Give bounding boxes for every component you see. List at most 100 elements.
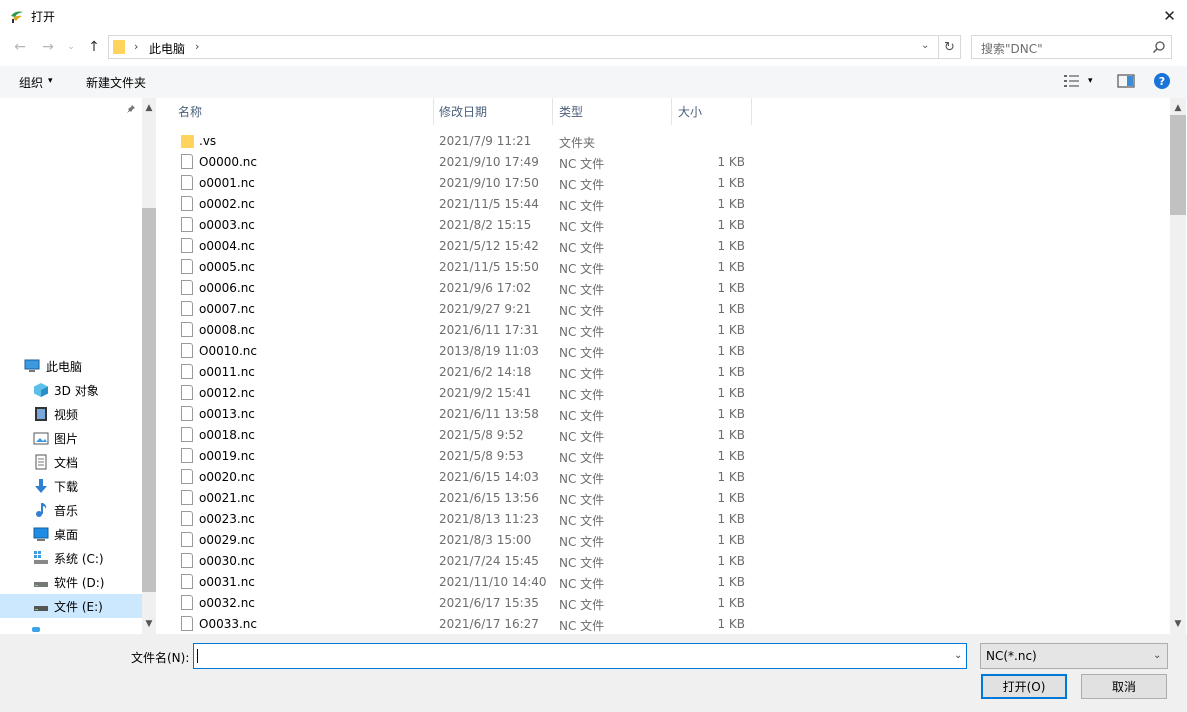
chevron-down-icon[interactable]: ⌄ [954,650,962,661]
file-type: NC 文件 [559,241,605,255]
file-icon [181,427,193,442]
scroll-down-icon[interactable]: ▼ [142,617,156,631]
nav-item-documents[interactable]: 文档 [0,450,142,474]
file-row[interactable]: o0011.nc 2021/6/2 14:18 NC 文件 1 KB [157,362,1170,383]
file-type: NC 文件 [559,178,605,192]
close-button[interactable]: ✕ [1152,0,1187,31]
file-icon [181,343,193,358]
back-button[interactable]: ← [10,37,30,57]
file-row[interactable]: o0019.nc 2021/5/8 9:53 NC 文件 1 KB [157,446,1170,467]
forward-button[interactable]: → [38,37,58,57]
cancel-button[interactable]: 取消 [1081,674,1167,699]
file-date: 2021/6/17 16:27 [439,617,539,631]
file-row[interactable]: o0007.nc 2021/9/27 9:21 NC 文件 1 KB [157,299,1170,320]
nav-item-drive-d[interactable]: 软件 (D:) [0,570,142,594]
column-divider[interactable] [671,98,672,125]
file-row[interactable]: O0000.nc 2021/9/10 17:49 NC 文件 1 KB [157,152,1170,173]
file-icon [181,595,193,610]
file-row[interactable]: o0013.nc 2021/6/11 13:58 NC 文件 1 KB [157,404,1170,425]
file-list-scrollbar-thumb[interactable] [1170,115,1186,215]
file-icon [181,553,193,568]
file-row[interactable]: .vs 2021/7/9 11:21 文件夹 [157,131,1170,152]
file-name: o0004.nc [199,239,255,253]
filetype-select[interactable]: NC(*.nc) ⌄ [980,643,1168,669]
nav-item-downloads[interactable]: 下载 [0,474,142,498]
scroll-up-icon[interactable]: ▲ [142,101,156,115]
file-row[interactable]: O0033.nc 2021/6/17 16:27 NC 文件 1 KB [157,614,1170,634]
scroll-down-icon[interactable]: ▼ [1170,617,1186,631]
file-icon [181,574,193,589]
nav-scrollbar-thumb[interactable] [142,208,156,592]
search-icon[interactable] [1152,40,1166,54]
file-row[interactable]: o0032.nc 2021/6/17 15:35 NC 文件 1 KB [157,593,1170,614]
file-row[interactable]: o0030.nc 2021/7/24 15:45 NC 文件 1 KB [157,551,1170,572]
file-row[interactable]: o0006.nc 2021/9/6 17:02 NC 文件 1 KB [157,278,1170,299]
nav-label: 桌面 [54,528,79,542]
nav-item-drive-c[interactable]: 系统 (C:) [0,546,142,570]
nav-item-this-pc[interactable]: 此电脑 [0,354,142,378]
file-row[interactable]: o0023.nc 2021/8/13 11:23 NC 文件 1 KB [157,509,1170,530]
search-input[interactable]: 搜索"DNC" [971,35,1172,59]
nav-item-music[interactable]: 音乐 [0,498,142,522]
scroll-up-icon[interactable]: ▲ [1170,101,1186,115]
new-folder-button[interactable]: 新建文件夹 [86,74,146,91]
file-row[interactable]: o0031.nc 2021/11/10 14:40 NC 文件 1 KB [157,572,1170,593]
file-icon [181,532,193,547]
column-divider[interactable] [433,98,434,125]
file-row[interactable]: o0005.nc 2021/11/5 15:50 NC 文件 1 KB [157,257,1170,278]
preview-pane-icon[interactable] [1117,74,1135,88]
column-header-type[interactable]: 类型 [559,103,583,120]
filename-input[interactable]: ⌄ [193,643,967,669]
file-row[interactable]: O0010.nc 2013/8/19 11:03 NC 文件 1 KB [157,341,1170,362]
help-button[interactable]: ? [1154,73,1170,89]
file-row[interactable]: o0002.nc 2021/11/5 15:44 NC 文件 1 KB [157,194,1170,215]
open-button[interactable]: 打开(O) [981,674,1067,699]
breadcrumb-chevron[interactable]: › [134,40,138,53]
organize-button[interactable]: 组织 [19,74,43,91]
chevron-down-icon[interactable]: ⌄ [1153,650,1161,661]
file-name: o0023.nc [199,512,255,526]
file-type: NC 文件 [559,577,605,591]
file-name: o0013.nc [199,407,255,421]
nav-item-desktop[interactable]: 桌面 [0,522,142,546]
file-row[interactable]: o0008.nc 2021/6/11 17:31 NC 文件 1 KB [157,320,1170,341]
nav-item-pictures[interactable]: 图片 [0,426,142,450]
address-bar[interactable]: › 此电脑 › ⌄ [108,35,939,59]
column-divider[interactable] [552,98,553,125]
file-row[interactable]: o0004.nc 2021/5/12 15:42 NC 文件 1 KB [157,236,1170,257]
breadcrumb-chevron[interactable]: › [195,40,199,53]
address-dropdown-icon[interactable]: ⌄ [921,40,929,51]
file-type: NC 文件 [559,472,605,486]
file-row[interactable]: o0001.nc 2021/9/10 17:50 NC 文件 1 KB [157,173,1170,194]
file-date: 2021/6/15 14:03 [439,470,539,484]
refresh-button[interactable]: ↻ [939,35,961,59]
file-size: 1 KB [717,491,745,505]
column-header-size[interactable]: 大小 [678,103,702,120]
breadcrumb-this-pc[interactable]: 此电脑 [149,40,185,57]
file-icon [181,280,193,295]
folder-icon [113,40,125,54]
nav-item-video[interactable]: 视频 [0,402,142,426]
column-header-date[interactable]: 修改日期 [439,103,487,120]
file-row[interactable]: o0020.nc 2021/6/15 14:03 NC 文件 1 KB [157,467,1170,488]
file-row[interactable]: o0021.nc 2021/6/15 13:56 NC 文件 1 KB [157,488,1170,509]
nav-label: 软件 (D:) [54,576,105,590]
nav-item-3d-objects[interactable]: 3D 对象 [0,378,142,402]
network-icon [32,627,40,632]
chevron-down-icon[interactable]: ▾ [1088,76,1093,86]
file-icon [181,385,193,400]
recent-locations-button[interactable]: ⌄ [64,37,78,57]
view-options-icon[interactable] [1063,74,1081,88]
file-row[interactable]: o0029.nc 2021/8/3 15:00 NC 文件 1 KB [157,530,1170,551]
file-row[interactable]: o0018.nc 2021/5/8 9:52 NC 文件 1 KB [157,425,1170,446]
file-row[interactable]: o0003.nc 2021/8/2 15:15 NC 文件 1 KB [157,215,1170,236]
up-button[interactable]: ↑ [84,37,104,57]
pin-icon[interactable] [126,104,136,117]
file-row[interactable]: o0012.nc 2021/9/2 15:41 NC 文件 1 KB [157,383,1170,404]
column-header-name[interactable]: 名称 [178,103,202,120]
nav-item-drive-e[interactable]: 文件 (E:) [0,594,142,618]
chevron-down-icon[interactable]: ▾ [48,76,53,86]
column-divider[interactable] [751,98,752,125]
music-icon [36,503,47,517]
file-type: NC 文件 [559,598,605,612]
